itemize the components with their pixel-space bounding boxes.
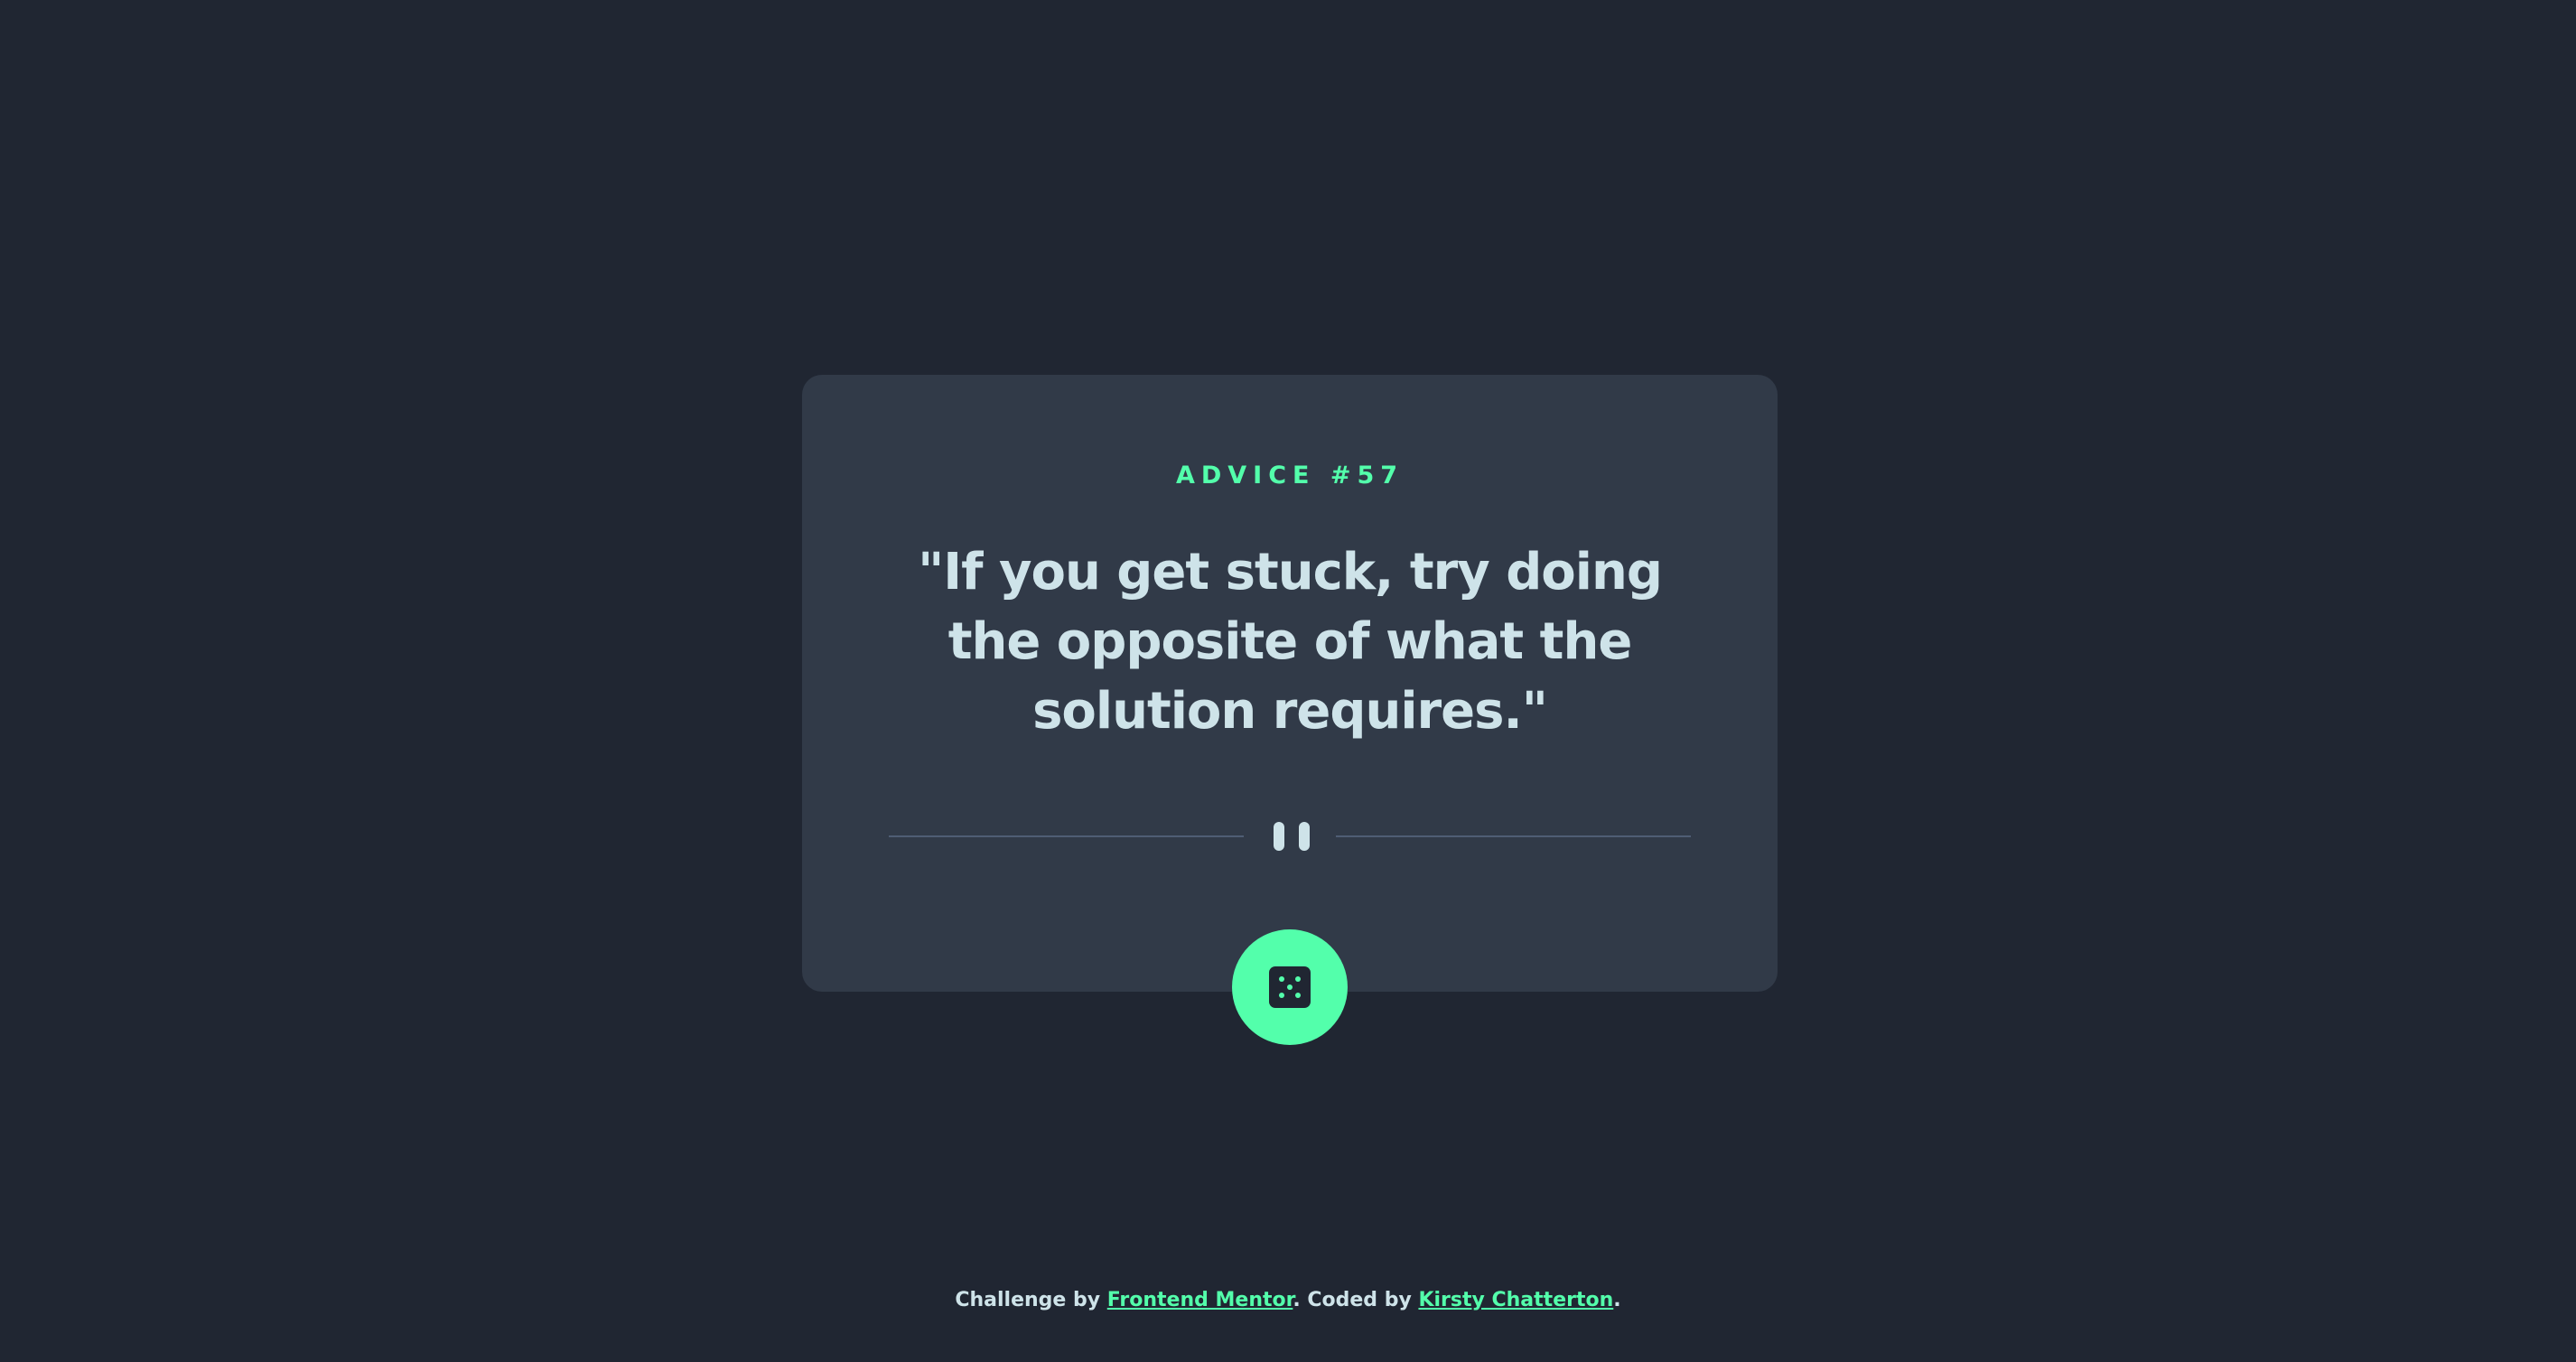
advice-card: ADVICE #57 "If you get stuck, try doing … — [802, 375, 1778, 992]
page: ADVICE #57 "If you get stuck, try doing … — [0, 0, 2576, 1362]
new-advice-button[interactable] — [1232, 929, 1348, 1045]
advice-quote: "If you get stuck, try doing the opposit… — [918, 543, 1663, 741]
attribution-suffix: . — [1613, 1289, 1621, 1311]
author-link[interactable]: Kirsty Chatterton — [1418, 1289, 1613, 1311]
frontend-mentor-link[interactable]: Frontend Mentor — [1107, 1289, 1293, 1311]
attribution-coded-prefix: . Coded by — [1293, 1289, 1419, 1311]
divider-line-right — [1336, 835, 1691, 837]
advice-id: ADVICE #57 — [1175, 462, 1405, 490]
attribution: Challenge by Frontend Mentor. Coded by K… — [0, 1288, 2576, 1313]
divider — [889, 817, 1691, 854]
divider-line-left — [889, 835, 1244, 837]
dice-icon — [1269, 966, 1311, 1008]
pause-icon — [1274, 822, 1310, 851]
attribution-challenge-prefix: Challenge by — [955, 1289, 1107, 1311]
